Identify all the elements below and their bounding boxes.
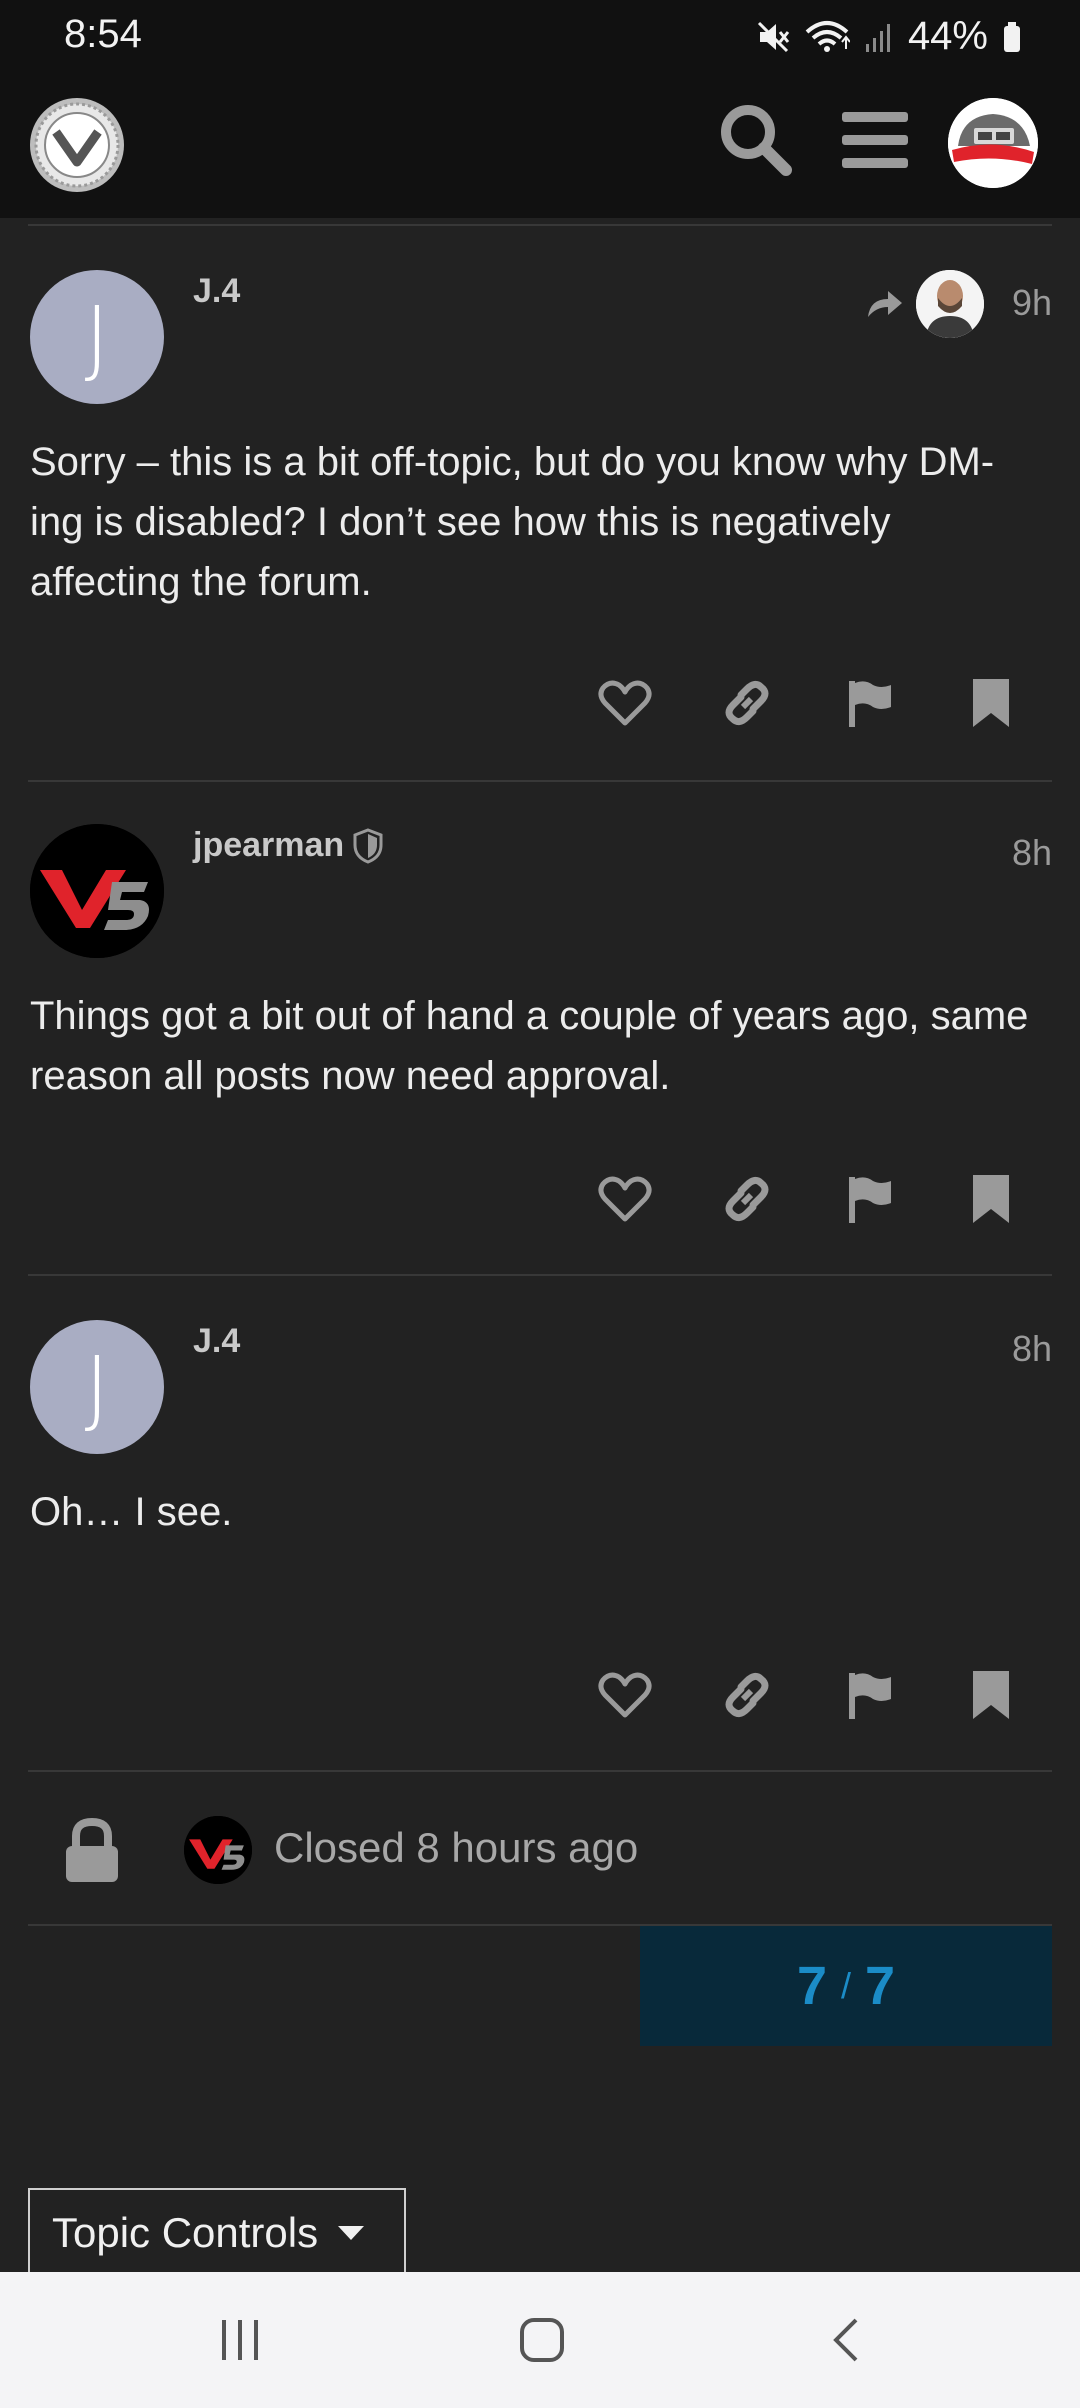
- like-icon: [598, 1672, 652, 1718]
- reply-to-avatar[interactable]: [916, 270, 984, 338]
- avatar[interactable]: J: [30, 1320, 164, 1454]
- topic-controls-label: Topic Controls: [52, 2209, 319, 2256]
- recent-apps-button[interactable]: [210, 2312, 270, 2368]
- like-icon: [598, 1176, 652, 1222]
- flag-icon: [849, 1177, 891, 1223]
- moderator-avatar[interactable]: [184, 1816, 252, 1884]
- bookmark-button[interactable]: [930, 1660, 1052, 1730]
- divider: [28, 780, 1052, 782]
- copy-link-button[interactable]: [686, 1660, 808, 1730]
- wifi-icon: [805, 20, 850, 52]
- link-icon: [725, 1672, 769, 1718]
- bookmark-icon: [973, 1175, 1009, 1223]
- bookmark-button[interactable]: [930, 668, 1052, 738]
- user-avatar[interactable]: [948, 98, 1038, 188]
- site-logo[interactable]: [28, 96, 126, 194]
- flag-icon: [849, 681, 891, 727]
- post-body: Sorry – this is a bit off-topic, but do …: [30, 440, 995, 604]
- avatar[interactable]: [30, 824, 164, 958]
- username[interactable]: J.4: [193, 272, 240, 311]
- moderator-shield-icon: [353, 827, 383, 864]
- divider: [28, 1274, 1052, 1276]
- signal-icon: [865, 23, 890, 52]
- status-time: 8:54: [64, 12, 142, 56]
- post-date[interactable]: 8h: [1012, 1328, 1052, 1370]
- status-icons: 44%: [756, 14, 1022, 59]
- topic-controls-button[interactable]: Topic Controls: [28, 2188, 406, 2278]
- topic-progress[interactable]: 7 / 7: [640, 1926, 1052, 2046]
- divider: [28, 1770, 1052, 1772]
- system-nav-bar: [0, 2272, 1080, 2408]
- battery-icon: [1004, 21, 1020, 52]
- post-date[interactable]: 8h: [1012, 832, 1052, 874]
- progress-current: 7: [796, 1956, 827, 2016]
- copy-link-button[interactable]: [686, 1164, 808, 1234]
- like-button[interactable]: [564, 1164, 686, 1234]
- avatar-letter: J: [84, 1338, 110, 1436]
- flag-button[interactable]: [808, 668, 930, 738]
- post-actions: [564, 1164, 1052, 1234]
- bookmark-icon: [973, 1671, 1009, 1719]
- username-row: jpearman: [193, 826, 384, 865]
- battery-level: 44%: [907, 14, 988, 58]
- flag-icon: [849, 1673, 891, 1719]
- post-date[interactable]: 9h: [1012, 282, 1052, 324]
- post-actions: [564, 1660, 1052, 1730]
- flag-button[interactable]: [808, 1660, 930, 1730]
- username[interactable]: J.4: [193, 1322, 240, 1361]
- reply-arrow-icon: [868, 291, 902, 317]
- progress-total: 7: [865, 1956, 896, 2016]
- like-button[interactable]: [564, 668, 686, 738]
- bookmark-button[interactable]: [930, 1164, 1052, 1234]
- bookmark-icon: [973, 679, 1009, 727]
- v5-logo: [30, 824, 164, 958]
- avatar-letter: J: [84, 288, 110, 386]
- back-button[interactable]: [816, 2312, 876, 2368]
- home-button[interactable]: [512, 2312, 572, 2368]
- link-icon: [725, 680, 769, 726]
- like-button[interactable]: [564, 1660, 686, 1730]
- closed-text: Closed 8 hours ago: [274, 1824, 639, 1871]
- closed-notice: Closed 8 hours ago: [28, 1780, 1052, 1924]
- flag-button[interactable]: [808, 1164, 930, 1234]
- reply-to-indicator[interactable]: [864, 270, 984, 338]
- post-body: Things got a bit out of hand a couple of…: [30, 994, 1029, 1098]
- divider: [28, 224, 1052, 226]
- back-icon: [833, 2318, 858, 2362]
- like-icon: [598, 680, 652, 726]
- avatar[interactable]: J: [30, 270, 164, 404]
- home-icon: [520, 2318, 564, 2362]
- recent-apps-icon: [222, 2320, 258, 2360]
- username[interactable]: jpearman: [193, 826, 344, 865]
- hamburger-menu-icon[interactable]: [840, 108, 910, 172]
- progress-separator: /: [840, 1965, 851, 2006]
- lock-icon: [66, 1818, 118, 1882]
- status-bar: 8:54 44%: [0, 0, 1080, 72]
- caret-down-icon: [338, 2226, 365, 2240]
- mute-icon: [757, 21, 790, 52]
- copy-link-button[interactable]: [686, 668, 808, 738]
- post-body: Oh… I see.: [30, 1490, 233, 1534]
- link-icon: [725, 1176, 769, 1222]
- site-header: [0, 72, 1080, 218]
- post-actions: [564, 668, 1052, 738]
- search-icon[interactable]: [716, 100, 796, 180]
